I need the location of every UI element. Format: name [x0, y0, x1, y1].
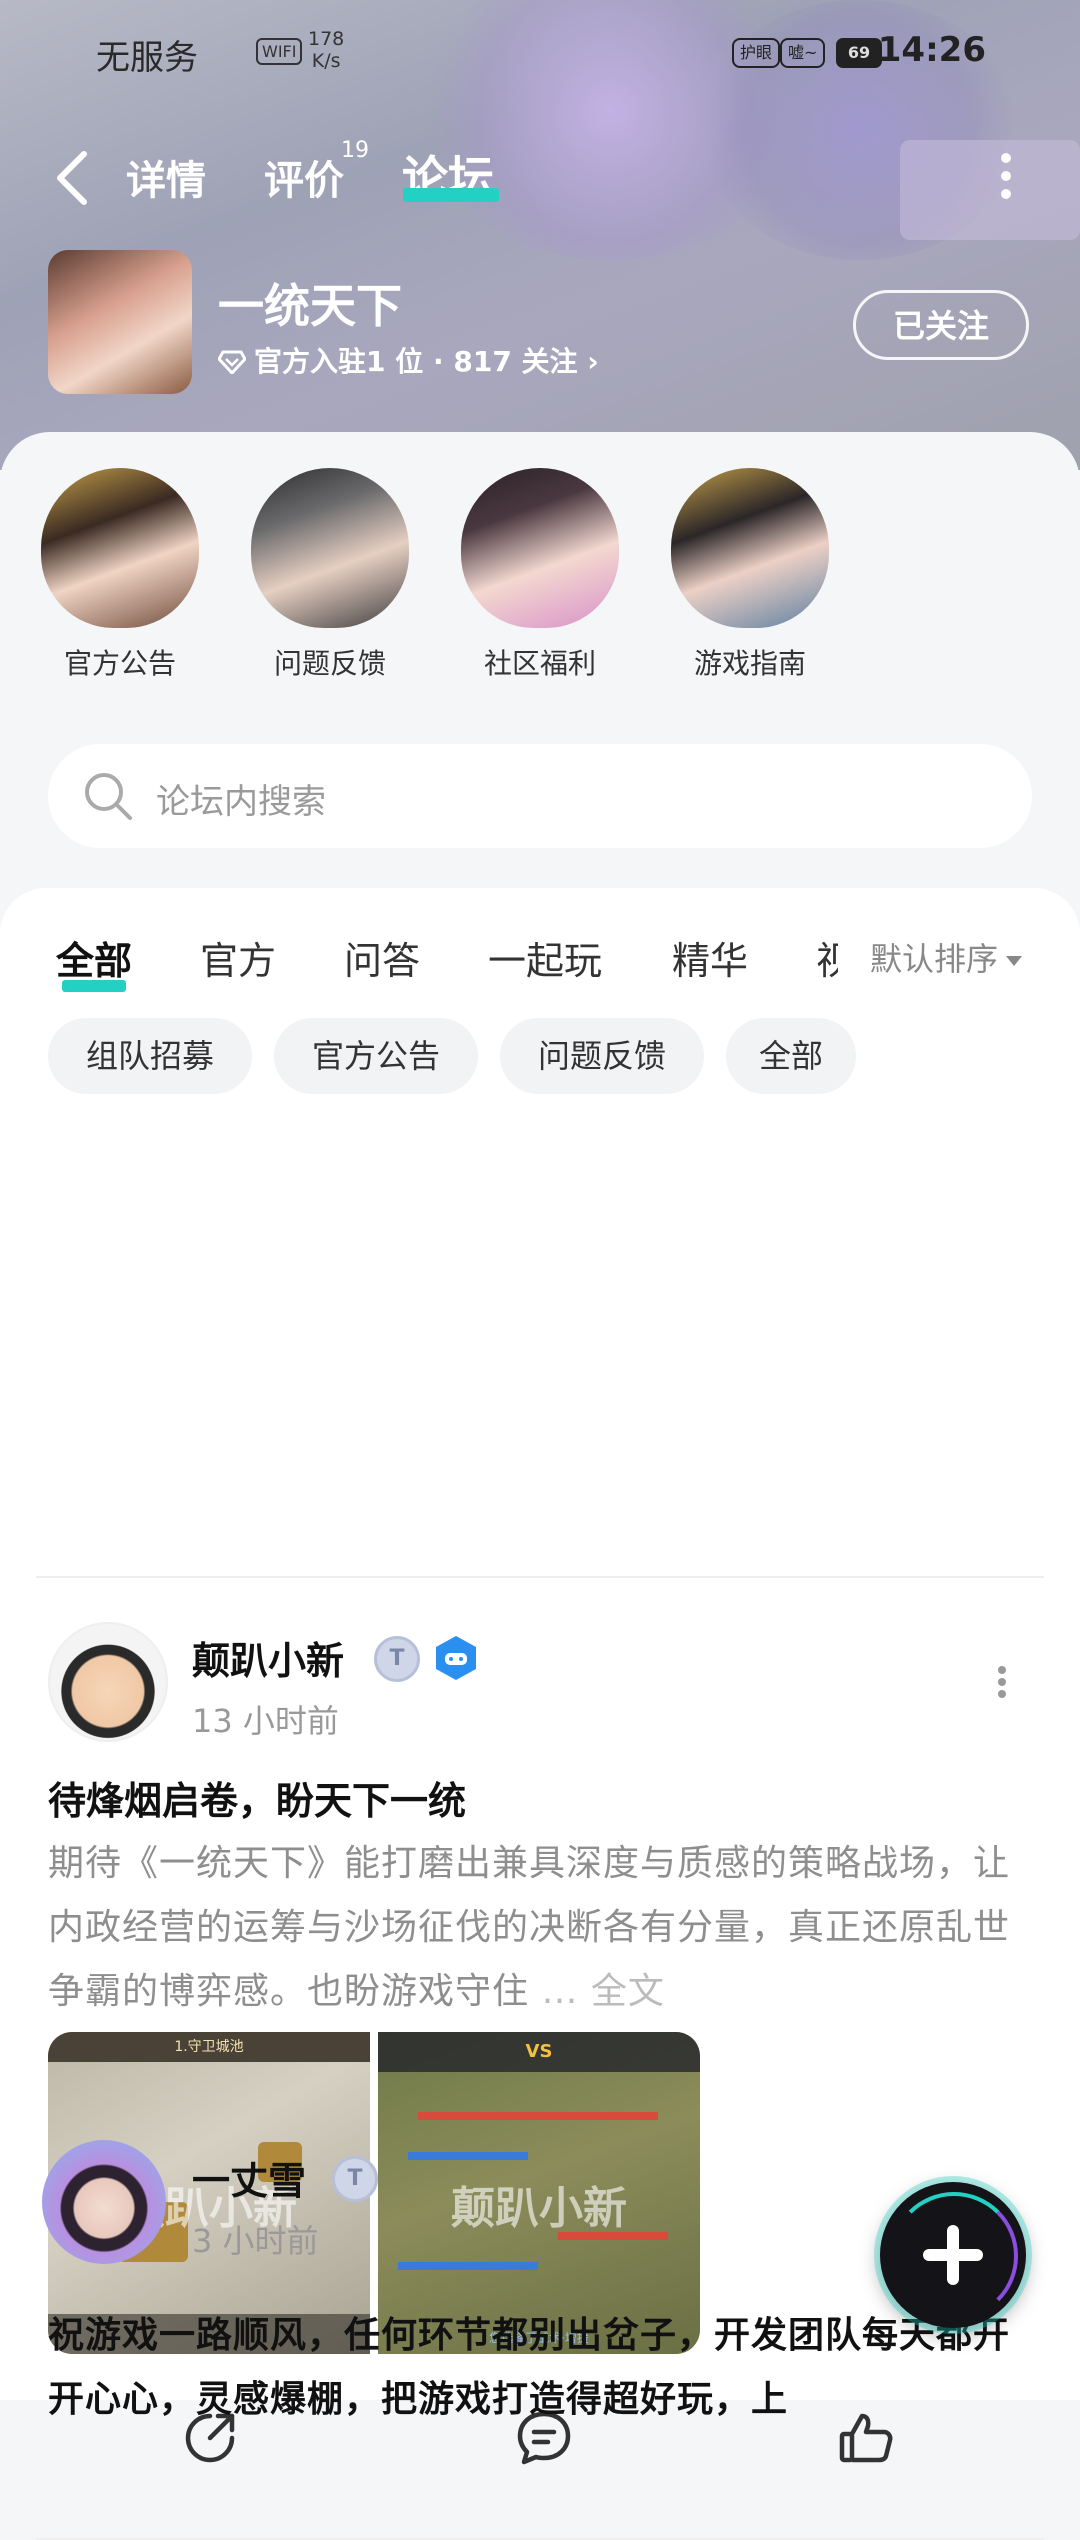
forum-avatar[interactable]: [48, 250, 192, 394]
image-caption: VS: [378, 2032, 700, 2072]
tab-reviews[interactable]: 评价: [264, 148, 344, 206]
read-more-link[interactable]: … 全文: [529, 1971, 665, 2012]
follow-button[interactable]: 已关注: [853, 290, 1029, 360]
level-badge-icon: T: [332, 2156, 378, 2202]
wifi-icon: WIFI: [256, 38, 303, 65]
quick-link-announcements[interactable]: 官方公告: [40, 468, 200, 682]
quick-link-label: 游戏指南: [693, 647, 806, 680]
announcements-avatar: [41, 468, 199, 628]
image-caption: 1.守卫城池: [48, 2032, 370, 2062]
search-bar[interactable]: 论坛内搜索: [48, 744, 1032, 848]
active-tab-indicator: [403, 188, 499, 202]
feed-tab-video[interactable]: 视: [816, 930, 838, 985]
author-name[interactable]: 颠趴小新: [192, 1630, 344, 1685]
sort-dropdown[interactable]: 默认排序: [870, 934, 1023, 980]
feed-tab-official[interactable]: 官方: [200, 930, 276, 985]
plus-icon: [947, 2225, 959, 2285]
feed-tab-qa[interactable]: 问答: [344, 930, 420, 985]
dropdown-arrow-icon: [1006, 956, 1023, 966]
post-more-icon[interactable]: [996, 1664, 1008, 1700]
chip-announcements[interactable]: 官方公告: [274, 1018, 478, 1094]
tab-details[interactable]: 详情: [126, 148, 206, 206]
quick-link-label: 问题反馈: [273, 647, 386, 680]
back-arrow-icon[interactable]: [52, 148, 92, 208]
quick-link-guide[interactable]: 游戏指南: [670, 468, 830, 682]
chip-team-recruit[interactable]: 组队招募: [48, 1018, 252, 1094]
review-count-badge: 19: [341, 138, 369, 163]
battery-icon: 69: [836, 38, 882, 68]
forum-content: 官方公告 问题反馈 社区福利 游戏指南 论坛内搜索 全部 官方 问答 一起玩 精…: [0, 432, 1080, 2540]
sort-label: 默认排序: [870, 940, 999, 978]
post-title[interactable]: 待烽烟启卷，盼天下一统: [48, 1770, 466, 1825]
carrier-text: 无服务: [96, 38, 198, 78]
forum-meta[interactable]: 官方入驻1 位 · 817 关注 ›: [217, 340, 599, 380]
search-icon: [85, 773, 132, 820]
eye-care-icon: 护眼: [732, 38, 781, 68]
guide-avatar: [671, 468, 829, 628]
more-options-icon[interactable]: [1000, 152, 1012, 200]
forum-meta-text: 官方入驻1 位 · 817 关注 ›: [254, 345, 599, 378]
post-body[interactable]: 祝游戏一路顺风，任何环节都别出岔子，开发团队每天都开开心心，灵感爆棚，把游戏打造…: [48, 2304, 1038, 2432]
user-avatar[interactable]: [48, 1622, 168, 1742]
chip-feedback[interactable]: 问题反馈: [500, 1018, 704, 1094]
feed-tab-all[interactable]: 全部: [56, 930, 132, 985]
quick-link-feedback[interactable]: 问题反馈: [250, 468, 410, 682]
speed-unit: K/s: [311, 50, 341, 72]
post-time: 3 小时前: [192, 2222, 319, 2260]
forum-name: 一统天下: [218, 279, 402, 333]
feed-tab-play-together[interactable]: 一起玩: [488, 930, 602, 985]
feed-tab-featured[interactable]: 精华: [672, 930, 748, 985]
feedback-avatar: [251, 468, 409, 628]
divider: [36, 1576, 1044, 1578]
silent-icon: 嘘~: [780, 38, 826, 68]
feed-tab-indicator: [62, 980, 126, 992]
level-badge-icon: T: [374, 1636, 420, 1682]
post-body[interactable]: 期待《一统天下》能打磨出兼具深度与质感的策略战场，让内政经营的运筹与沙场征伐的决…: [48, 1832, 1028, 2024]
network-speed: 178 K/s: [308, 28, 344, 72]
forum-info: 一统天下 官方入驻1 位 · 817 关注 › 已关注: [48, 250, 1038, 400]
army-bar: [418, 2112, 658, 2120]
author-name[interactable]: 一丈雪: [192, 2150, 306, 2205]
clock: 14:26: [877, 30, 986, 70]
welfare-avatar: [461, 468, 619, 628]
create-post-button[interactable]: [880, 2182, 1026, 2328]
post-time: 13 小时前: [192, 1702, 339, 1740]
diamond-icon: [217, 350, 247, 376]
speed-value: 178: [308, 28, 345, 50]
quick-link-label: 官方公告: [63, 647, 176, 680]
gamer-badge-icon: [436, 1636, 476, 1680]
chip-all[interactable]: 全部: [726, 1018, 856, 1094]
status-bar: 无服务 WIFI 178 K/s 护眼 嘘~ 69 14:26: [0, 0, 1080, 100]
quick-link-welfare[interactable]: 社区福利: [460, 468, 620, 682]
top-nav: 详情 评价 论坛: [0, 130, 1080, 230]
quick-link-label: 社区福利: [483, 647, 596, 680]
search-placeholder: 论坛内搜索: [156, 782, 326, 822]
user-avatar[interactable]: [42, 2140, 166, 2264]
